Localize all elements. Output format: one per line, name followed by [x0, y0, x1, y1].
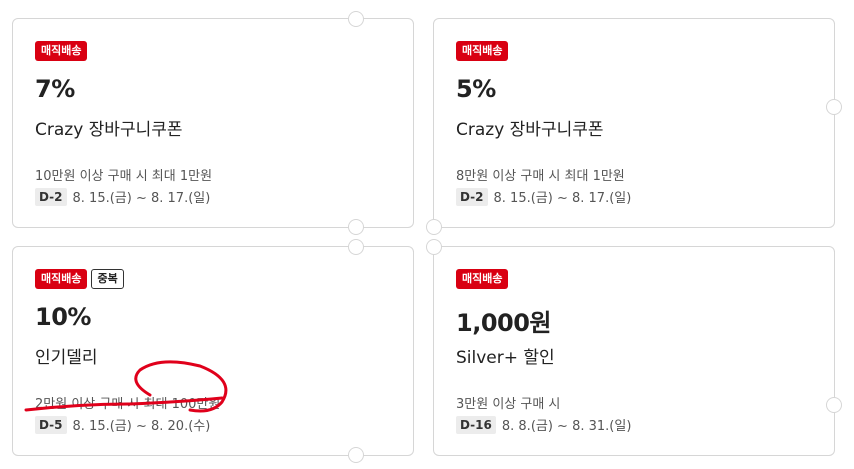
coupon-period: 8. 15.(금) ~ 8. 20.(수) [72, 419, 211, 434]
ticket-notch [426, 219, 442, 235]
coupon-card[interactable]: 매직배송 중복 10% 인기델리 2만원 이상 구매 시 최대 100만원 D-… [12, 239, 414, 463]
coupon-condition: 8만원 이상 구매 시 최대 1만원 [456, 169, 625, 184]
ticket-notch [348, 239, 364, 255]
dday-badge: D-5 [35, 415, 67, 434]
coupon-condition: 2만원 이상 구매 시 최대 100만원 [35, 397, 221, 412]
coupon-condition: 3만원 이상 구매 시 [456, 397, 561, 412]
coupon-discount: 5% [456, 75, 496, 103]
coupon-condition: 10만원 이상 구매 시 최대 1만원 [35, 169, 213, 184]
coupon-name: 인기델리 [35, 348, 98, 368]
coupon-name: Silver+ 할인 [456, 348, 555, 368]
dday-badge: D-16 [456, 415, 496, 434]
ticket-notch [426, 239, 442, 255]
ticket-notch [826, 397, 842, 413]
coupon-name: Crazy 장바구니쿠폰 [456, 120, 604, 140]
magic-delivery-badge: 매직배송 [456, 269, 509, 289]
coupon-discount: 1,000원 [456, 309, 552, 337]
coupon-period: 8. 15.(금) ~ 8. 17.(일) [72, 191, 211, 206]
dday-badge: D-2 [456, 187, 488, 206]
coupon-name: Crazy 장바구니쿠폰 [35, 120, 183, 140]
coupon-discount: 10% [35, 303, 91, 331]
coupon-period: 8. 15.(금) ~ 8. 17.(일) [493, 191, 632, 206]
coupon-card[interactable]: 매직배송 1,000원 Silver+ 할인 3만원 이상 구매 시 D-16 … [426, 239, 842, 456]
magic-delivery-badge: 매직배송 [35, 269, 88, 289]
coupon-discount: 7% [35, 75, 75, 103]
coupon-card[interactable]: 매직배송 5% Crazy 장바구니쿠폰 8만원 이상 구매 시 최대 1만원 … [426, 18, 842, 235]
coupon-period: 8. 8.(금) ~ 8. 31.(일) [501, 419, 632, 434]
coupon-card[interactable]: 매직배송 7% Crazy 장바구니쿠폰 10만원 이상 구매 시 최대 1만원… [12, 11, 414, 235]
duplicate-badge: 중복 [91, 269, 124, 289]
magic-delivery-badge: 매직배송 [35, 41, 88, 61]
ticket-notch [348, 219, 364, 235]
ticket-notch [826, 99, 842, 115]
ticket-notch [348, 11, 364, 27]
magic-delivery-badge: 매직배송 [456, 41, 509, 61]
dday-badge: D-2 [35, 187, 67, 206]
ticket-notch [348, 447, 364, 463]
